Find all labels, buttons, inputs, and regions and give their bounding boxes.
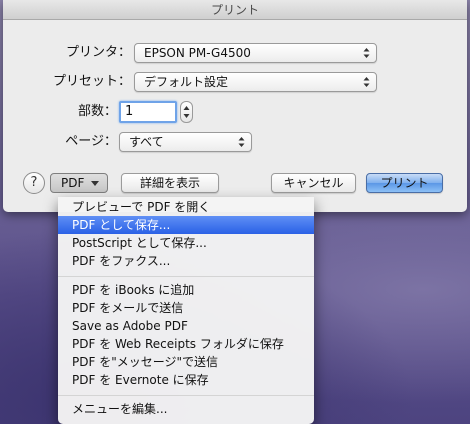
chevron-down-icon [91, 181, 99, 186]
pdf-dropdown-menu: プレビューで PDF を開く PDF として保存... PostScript と… [58, 197, 314, 424]
show-details-button[interactable]: 詳細を表示 [121, 173, 219, 193]
dialog-title: プリント [3, 0, 467, 20]
pages-popup[interactable]: すべて [119, 132, 252, 152]
menu-item-edit-menu[interactable]: メニューを編集... [58, 400, 314, 418]
menu-separator [58, 276, 314, 277]
menu-item-save-as-postscript[interactable]: PostScript として保存... [58, 234, 314, 252]
menu-item-add-to-ibooks[interactable]: PDF を iBooks に追加 [58, 281, 314, 299]
stepper-arrows-icon [183, 106, 190, 118]
preset-popup[interactable]: デフォルト設定 [134, 72, 377, 92]
pages-label: ページ： [65, 134, 117, 149]
print-dialog: プリント プリンタ： EPSON PM-G4500 プリセット： デフォルト設定… [3, 0, 467, 212]
menu-item-open-in-preview[interactable]: プレビューで PDF を開く [58, 198, 314, 216]
menu-separator [58, 395, 314, 396]
pages-value: すべて [129, 135, 164, 149]
menu-item-mail-pdf[interactable]: PDF をメールで送信 [58, 299, 314, 317]
menu-item-send-via-messages[interactable]: PDF を"メッセージ"で送信 [58, 353, 314, 371]
preset-label: プリセット： [52, 74, 131, 89]
updown-arrows-icon [363, 76, 370, 88]
print-button[interactable]: プリント [366, 173, 443, 193]
cancel-button[interactable]: キャンセル [271, 173, 356, 193]
copies-stepper[interactable] [180, 101, 193, 123]
updown-arrows-icon [363, 47, 370, 59]
printer-popup[interactable]: EPSON PM-G4500 [134, 43, 377, 63]
pdf-button-label: PDF [61, 176, 85, 190]
copies-field[interactable]: 1 [119, 101, 177, 123]
updown-arrows-icon [238, 136, 245, 148]
pdf-menu-button[interactable]: PDF [50, 173, 108, 193]
menu-item-save-to-evernote[interactable]: PDF を Evernote に保存 [58, 371, 314, 389]
menu-item-save-as-adobe-pdf[interactable]: Save as Adobe PDF [58, 317, 314, 335]
help-button[interactable]: ? [23, 172, 45, 194]
printer-value: EPSON PM-G4500 [144, 46, 251, 60]
preset-value: デフォルト設定 [144, 75, 229, 89]
menu-item-save-as-pdf[interactable]: PDF として保存... [58, 216, 314, 234]
copies-label: 部数： [77, 104, 117, 119]
menu-item-save-to-web-receipts[interactable]: PDF を Web Receipts フォルダに保存 [58, 335, 314, 353]
menu-item-fax-pdf[interactable]: PDF をファクス... [58, 252, 314, 270]
printer-label: プリンタ： [65, 45, 131, 60]
